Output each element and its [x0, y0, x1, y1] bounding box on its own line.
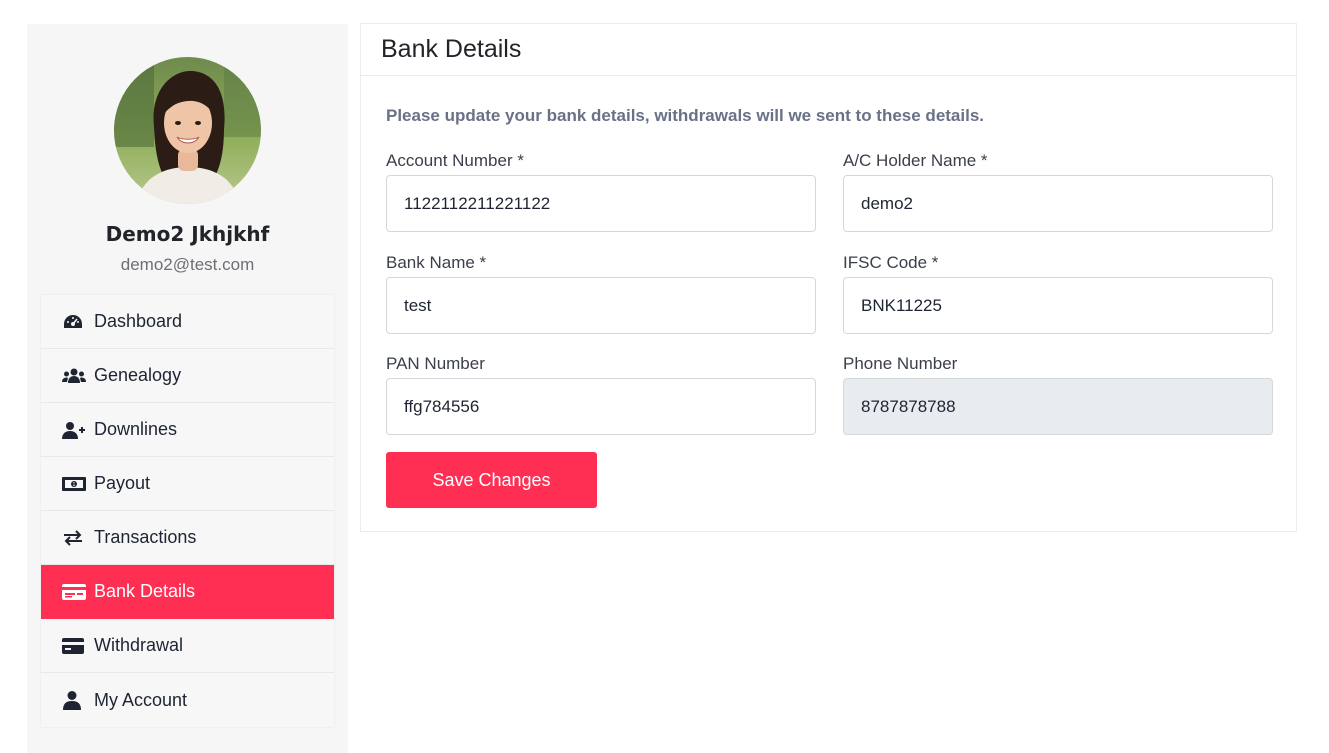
money-bill-icon: 1 [62, 474, 86, 494]
sidebar-item-label: My Account [94, 689, 188, 710]
credit-card-icon [62, 636, 86, 656]
ifsc-code-label: IFSC Code * [843, 253, 939, 272]
sidebar-item-withdrawal[interactable]: Withdrawal [41, 619, 334, 673]
avatar [114, 57, 261, 204]
sidebar-item-label: Downlines [94, 419, 178, 439]
page-title: Bank Details [381, 35, 522, 63]
sidebar-item-label: Transactions [94, 527, 197, 547]
profile-email: demo2@test.com [120, 255, 255, 274]
save-changes-button[interactable]: Save Changes [386, 452, 597, 508]
pan-number-field[interactable] [386, 378, 816, 435]
bank-card-icon [62, 582, 86, 602]
account-number-field[interactable] [386, 175, 816, 232]
user-icon [62, 690, 86, 710]
intro-text: Please update your bank details, withdra… [386, 106, 985, 125]
sidebar: Demo2 Jkhjkhf demo2@test.com Dashboard G… [27, 24, 348, 753]
sidebar-item-transactions[interactable]: Transactions [41, 511, 334, 565]
bank-name-label: Bank Name * [386, 253, 487, 272]
sidebar-item-my-account[interactable]: My Account [41, 673, 334, 727]
sidebar-item-dashboard[interactable]: Dashboard [41, 295, 334, 349]
phone-number-label: Phone Number [843, 354, 958, 373]
sidebar-item-downlines[interactable]: Downlines [41, 403, 334, 457]
sidebar-item-label: Bank Details [94, 581, 196, 601]
exchange-icon [62, 528, 86, 548]
bank-name-field[interactable] [386, 277, 816, 334]
user-plus-icon [62, 420, 86, 440]
sidebar-item-label: Genealogy [94, 365, 182, 385]
sidebar-item-label: Payout [94, 473, 151, 493]
card-header: Bank Details [361, 24, 1296, 76]
profile-name: Demo2 Jkhjkhf [105, 222, 270, 246]
pan-number-label: PAN Number [386, 354, 485, 373]
dashboard-icon [62, 312, 86, 332]
sidebar-item-payout[interactable]: 1 Payout [41, 457, 334, 511]
holder-name-field[interactable] [843, 175, 1273, 232]
phone-number-field [843, 378, 1273, 435]
sidebar-item-genealogy[interactable]: Genealogy [41, 349, 334, 403]
users-icon [62, 366, 86, 386]
ifsc-code-field[interactable] [843, 277, 1273, 334]
sidebar-item-label: Withdrawal [94, 635, 184, 655]
svg-text:1: 1 [72, 482, 75, 488]
sidebar-item-label: Dashboard [94, 311, 183, 331]
sidebar-item-bank-details[interactable]: Bank Details [41, 565, 334, 619]
holder-name-label: A/C Holder Name * [843, 151, 988, 170]
bank-details-card: Bank Details Please update your bank det… [360, 23, 1297, 532]
sidebar-menu: Dashboard Genealogy Downlines 1 Payout T… [41, 295, 334, 727]
account-number-label: Account Number * [386, 151, 524, 170]
